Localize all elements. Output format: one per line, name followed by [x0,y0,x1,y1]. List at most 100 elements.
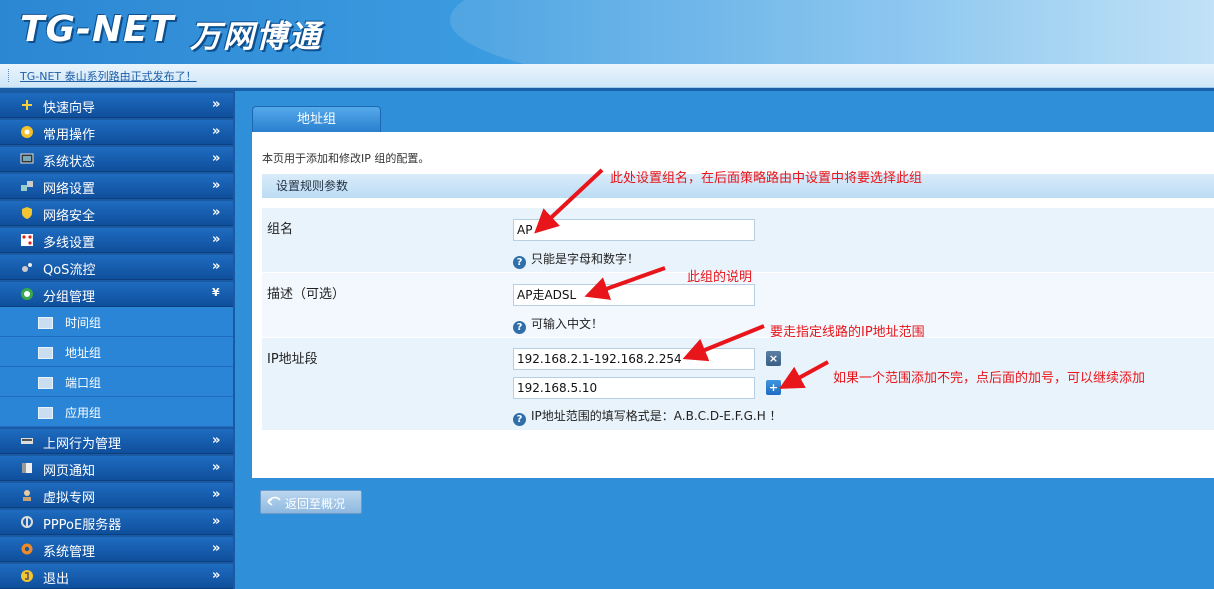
back-button-label: 返回至概况 [285,497,346,511]
sidebar-item-label: 网页通知 [43,464,96,479]
chevron-right-icon: » [212,514,221,529]
network-icon [21,181,33,191]
vpn-icon [23,490,31,501]
chevron-right-icon: » [212,487,221,502]
ip-range-hint: ? IP地址范围的填写格式是：A.B.C.D-E.F.G.H ！ [513,407,782,426]
sidebar-item-multiline[interactable]: 多线设置 » [0,228,233,253]
hint-text: IP地址范围的填写格式是：A.B.C.D-E.F.G.H ！ [531,409,782,423]
sidebar-item-pppoe-server[interactable]: PPPoE服务器 » [0,510,233,535]
app-header: TG-NET 万网博通 [0,0,1214,64]
sidebar-item-label: PPPoE服务器 [43,518,122,533]
chevron-right-icon: » [212,124,221,139]
sidebar-item-system-management[interactable]: 系统管理 » [0,537,233,562]
group-name-label: 组名 [267,222,294,237]
chevron-right-icon: » [212,97,221,112]
sidebar-subitem-time-group[interactable]: 时间组 [0,307,233,337]
multiline-icon [21,234,33,246]
wand-icon [22,100,32,110]
header-swoosh [450,0,1214,64]
back-to-overview-button[interactable]: 返回至概况 [260,490,362,514]
chevron-right-icon: » [212,568,221,583]
group-name-row: 组名 AP ? 只能是字母和数字！ [262,208,1214,272]
sidebar-subitem-port-group[interactable]: 端口组 [0,367,233,397]
brand-logo: TG-NET [20,9,175,50]
add-range-button[interactable]: + [766,380,781,395]
ip-range-input-2[interactable]: 192.168.5.10 [513,377,755,399]
help-icon: ? [513,256,526,269]
sidebar-item-web-notice[interactable]: 网页通知 » [0,456,233,481]
annotation-group-name: 此处设置组名，在后面策略路由中设置中将要选择此组 [610,171,923,186]
sidebar-item-group-management[interactable]: 分组管理 ¥ [0,282,233,307]
list-icon [38,347,53,359]
notice-icon [22,463,32,473]
ip-range-input-1[interactable]: 192.168.2.1-192.168.2.254 [513,348,755,370]
hint-text: 可输入中文！ [531,317,604,331]
sidebar-item-label: 退出 [43,572,70,587]
list-icon [38,377,53,389]
sidebar-item-network-settings[interactable]: 网络设置 » [0,174,233,199]
brand-name: 万网博通 [190,19,322,55]
remove-range-button[interactable]: × [766,351,781,366]
sidebar-item-vpn[interactable]: 虚拟专网 » [0,483,233,508]
sidebar-item-logout[interactable]: 退出 » [0,564,233,589]
chevron-right-icon: » [212,151,221,166]
chevron-right-icon: » [212,433,221,448]
exit-icon [21,570,33,582]
sidebar-item-quick-wizard[interactable]: 快速向导 » [0,93,233,118]
sidebar-item-system-status[interactable]: 系统状态 » [0,147,233,172]
sidebar-subitem-label: 时间组 [65,316,102,330]
remark-label: 描述（可选） [267,287,346,302]
qos-icon [22,263,32,272]
annotation-ip-range: 要走指定线路的IP地址范围 [770,325,925,340]
help-icon: ? [513,321,526,334]
sidebar-item-label: 多线设置 [43,236,96,251]
sidebar-subitem-label: 地址组 [65,346,102,360]
sidebar-item-label: 分组管理 [43,290,96,305]
help-icon: ? [513,413,526,426]
remark-hint: ? 可输入中文！ [513,315,603,334]
gear-icon [21,543,33,555]
chevron-right-icon: » [212,232,221,247]
sidebar-subitem-address-group[interactable]: 地址组 [0,337,233,367]
chevron-down-icon: ¥ [212,286,220,299]
sidebar-subitem-label: 应用组 [65,406,102,420]
pppoe-icon [21,516,33,528]
news-divider [8,69,10,82]
sidebar-subitem-app-group[interactable]: 应用组 [0,397,233,427]
sidebar-item-label: 虚拟专网 [43,491,96,506]
back-arrow-icon [267,496,281,506]
behavior-icon [21,438,33,444]
sidebar-item-label: 网络设置 [43,182,96,197]
news-link[interactable]: TG-NET 泰山系列路由正式发布了！ [20,68,197,84]
sidebar-item-label: 网络安全 [43,209,96,224]
remark-input[interactable]: AP走ADSL [513,284,755,306]
sidebar-item-label: QoS流控 [43,263,96,278]
news-bar: TG-NET 泰山系列路由正式发布了！ [0,64,1214,88]
page-description: 本页用于添加和修改IP 组的配置。 [262,152,430,165]
sidebar-item-label: 系统管理 [43,545,96,560]
monitor-icon [20,153,34,164]
sidebar-item-network-security[interactable]: 网络安全 » [0,201,233,226]
sidebar-item-common-ops[interactable]: 常用操作 » [0,120,233,145]
chevron-right-icon: » [212,541,221,556]
sidebar-item-label: 上网行为管理 [43,437,122,452]
group-name-input[interactable]: AP [513,219,755,241]
sidebar-item-label: 快速向导 [43,101,96,116]
list-icon [38,407,53,419]
list-icon [38,317,53,329]
sidebar-subitem-label: 端口组 [65,376,102,390]
sidebar-item-qos[interactable]: QoS流控 » [0,255,233,280]
hint-text: 只能是字母和数字！ [531,252,640,266]
chevron-right-icon: » [212,178,221,193]
tab-address-group[interactable]: 地址组 [252,106,381,132]
sidebar-item-behavior-management[interactable]: 上网行为管理 » [0,429,233,454]
annotation-add-more: 如果一个范围添加不完，点后面的加号，可以继续添加 [833,371,1146,386]
chevron-right-icon: » [212,460,221,475]
sidebar-item-label: 系统状态 [43,155,96,170]
chevron-right-icon: » [212,205,221,220]
star-icon [21,126,33,138]
shield-icon [22,207,32,219]
annotation-remark: 此组的说明 [687,270,753,285]
sidebar-item-label: 常用操作 [43,128,96,143]
chevron-right-icon: » [212,259,221,274]
